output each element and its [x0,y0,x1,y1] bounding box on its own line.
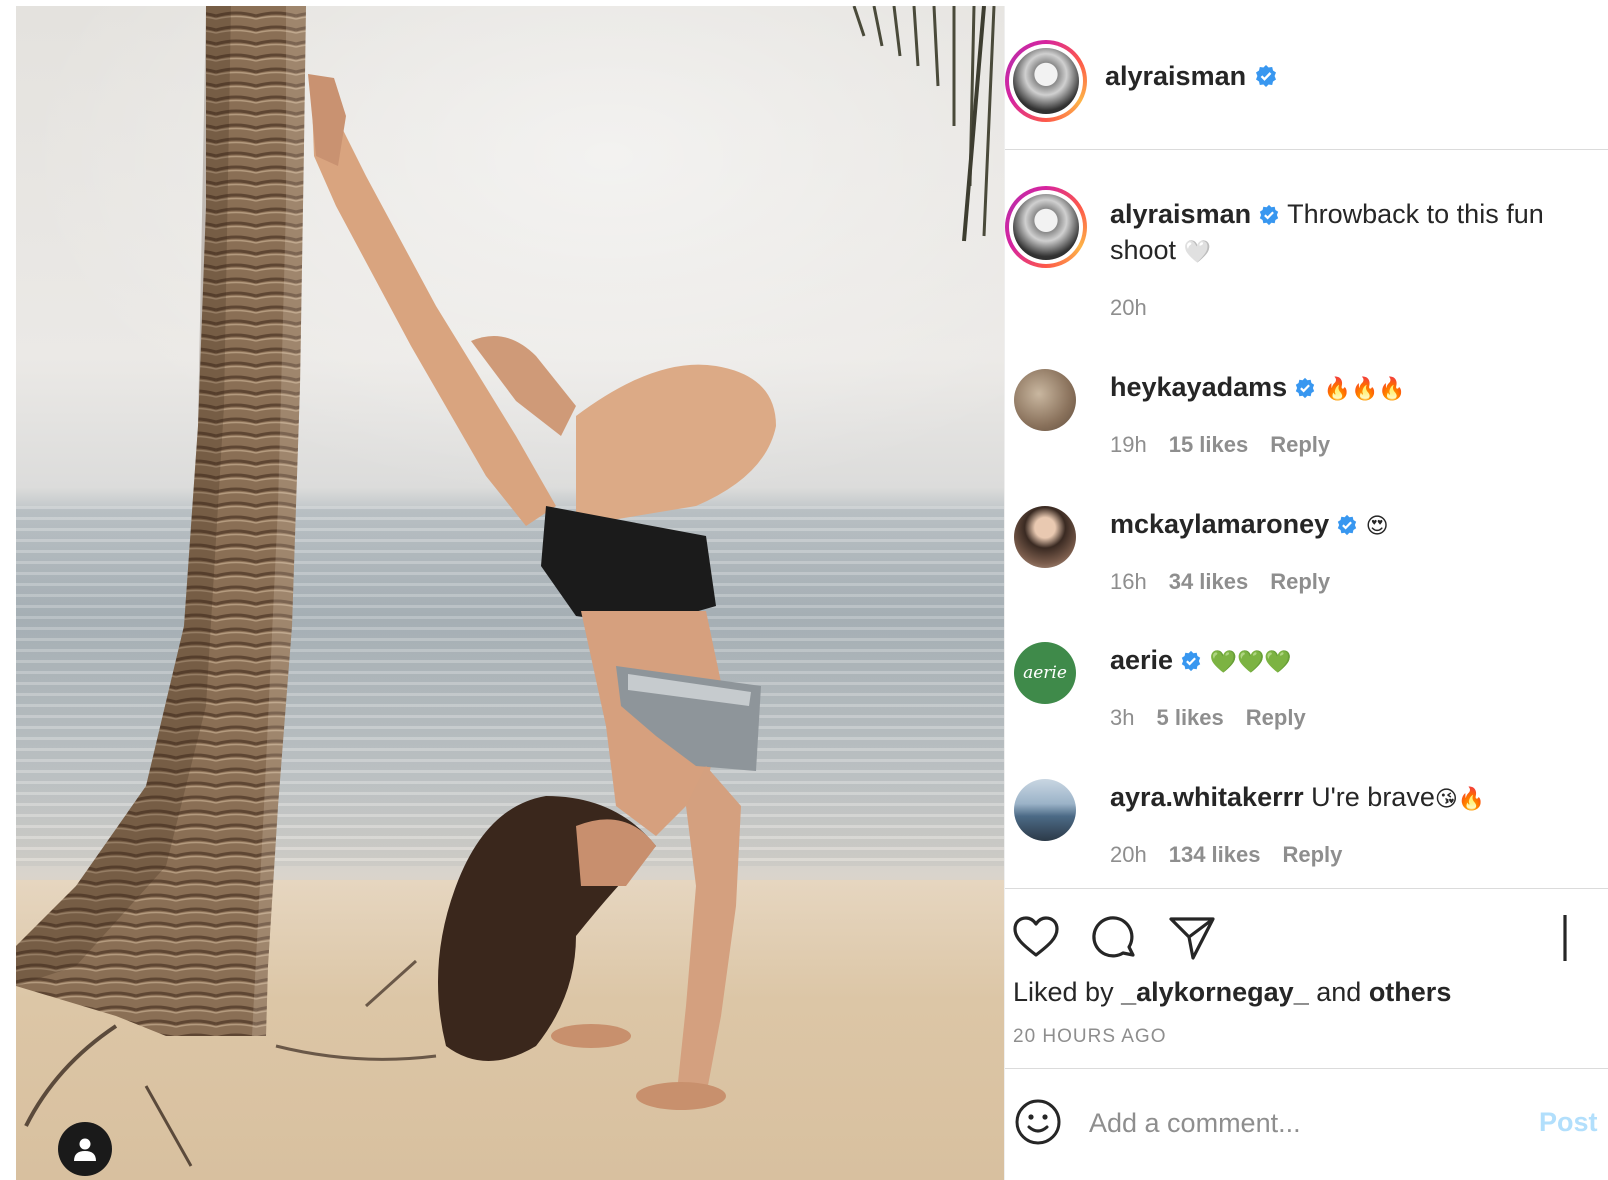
post-actions: Liked by _alykornegay_ and others 20 HOU… [1005,888,1608,1068]
comment-bubble-icon[interactable] [1089,913,1139,963]
verified-badge-icon [1256,65,1277,87]
liked-by: Liked by _alykornegay_ and others [1013,977,1451,1008]
caption-meta: 20h [1110,295,1169,321]
comment-text: aerie 💚💚💚 [1110,645,1292,676]
caption-text: alyraisman Throwback to this fun shoot 🤍 [1110,196,1608,271]
comment-time[interactable]: 16h [1110,569,1147,594]
author-username[interactable]: alyraisman [1105,61,1246,91]
comment-text: heykayadams 🔥🔥🔥 [1110,372,1406,403]
post-timestamp[interactable]: 20 HOURS AGO [1013,1026,1167,1048]
comment-likes[interactable]: 15 likes [1169,432,1249,457]
user-tag-button[interactable] [58,1122,112,1176]
commenter-username[interactable]: ayra.whitakerrr [1110,782,1304,812]
commenter-avatar[interactable] [1014,779,1076,841]
caption-avatar[interactable] [1005,186,1087,268]
palm-frond [852,6,996,242]
like-heart-icon[interactable] [1011,913,1061,963]
add-comment-row: Post [1005,1068,1608,1180]
comment-text: mckaylamaroney 😍 [1110,509,1389,540]
liked-user-link[interactable]: _alykornegay_ [1121,977,1309,1007]
comment-meta: 19h 15 likes Reply [1110,432,1352,458]
commenter-avatar[interactable]: aerie [1014,642,1076,704]
add-comment-input[interactable] [1089,1101,1529,1145]
liked-prefix: Liked by [1013,977,1114,1007]
reply-button[interactable]: Reply [1270,569,1330,594]
liked-others-link[interactable]: others [1369,977,1452,1007]
person-icon [74,1138,96,1161]
author-avatar[interactable] [1005,40,1087,122]
commenter-avatar[interactable] [1014,369,1076,431]
white-heart-emoji: 🤍 [1183,240,1211,265]
green-heart-emoji: 💚💚💚 [1209,650,1292,675]
commenter-username[interactable]: heykayadams [1110,372,1287,402]
caption-username[interactable]: alyraisman [1110,199,1251,229]
comment-body: U're brave [1311,782,1435,812]
reply-button[interactable]: Reply [1270,432,1330,457]
caption-time[interactable]: 20h [1110,295,1147,320]
comment-meta: 20h 134 likes Reply [1110,842,1364,868]
heart-eyes-emoji: 😍 [1365,514,1389,539]
comment-time[interactable]: 20h [1110,842,1147,867]
commenter-username[interactable]: aerie [1110,645,1173,675]
fire-emoji: 🔥🔥🔥 [1323,377,1406,402]
comment-likes[interactable]: 34 likes [1169,569,1249,594]
commenter-username[interactable]: mckaylamaroney [1110,509,1329,539]
post-comment-button[interactable]: Post [1539,1107,1598,1138]
reply-button[interactable]: Reply [1246,705,1306,730]
verified-badge-icon [1295,377,1315,399]
verified-badge-icon [1181,650,1201,672]
comment-time[interactable]: 19h [1110,432,1147,457]
author-username-row: alyraisman [1105,61,1278,92]
comment-time[interactable]: 3h [1110,705,1134,730]
verified-badge-icon [1259,204,1279,226]
save-bookmark-icon[interactable] [1561,913,1608,963]
emoji-smiley-icon[interactable] [1013,1097,1063,1147]
reply-button[interactable]: Reply [1282,842,1342,867]
commenter-avatar[interactable] [1014,506,1076,568]
aerie-logo: aerie [1023,663,1067,683]
verified-badge-icon [1337,514,1357,536]
comment-meta: 3h 5 likes Reply [1110,705,1328,731]
comment-meta: 16h 34 likes Reply [1110,569,1352,595]
comment-likes[interactable]: 134 likes [1169,842,1261,867]
post-side-panel: alyraisman alyraisman Throwback to this … [1004,6,1608,1180]
comments-list[interactable]: alyraisman Throwback to this fun shoot 🤍… [1005,151,1608,888]
share-paper-plane-icon[interactable] [1167,913,1217,963]
post-header: alyraisman [1005,6,1608,150]
liked-and: and [1316,977,1362,1007]
comment-likes[interactable]: 5 likes [1156,705,1223,730]
post-photo[interactable] [16,6,1004,1180]
comment-text: ayra.whitakerrr U're brave😘🔥 [1110,782,1485,813]
kiss-fire-emoji: 😘🔥 [1434,787,1486,812]
